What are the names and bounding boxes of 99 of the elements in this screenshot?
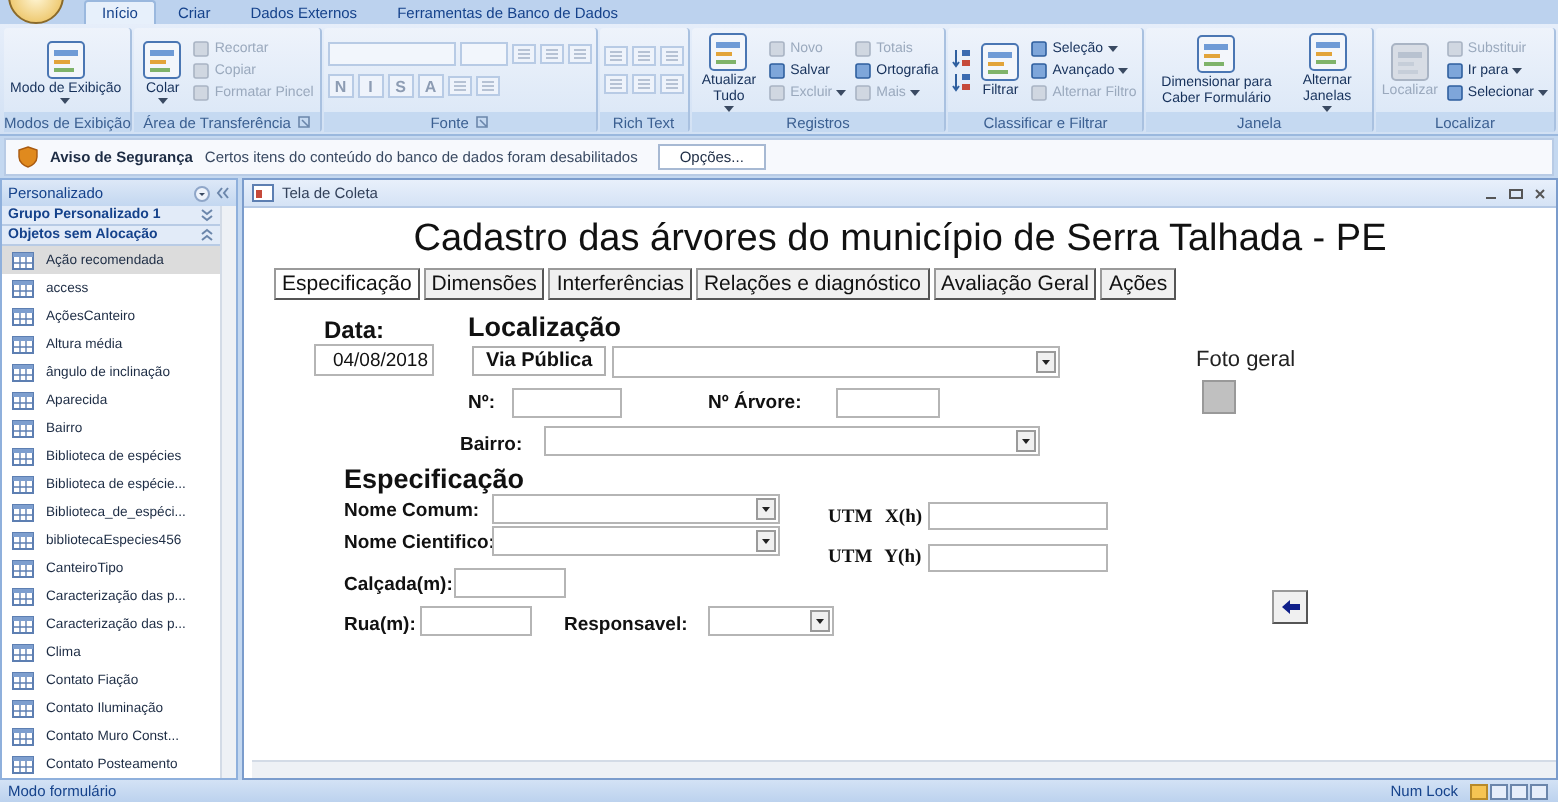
- combo-box[interactable]: [708, 606, 834, 636]
- format-tool-icon: [603, 74, 628, 94]
- view-buttons-icon[interactable]: [1470, 783, 1550, 799]
- location-type-label: Via Pública: [472, 346, 607, 376]
- font-name-field[interactable]: [327, 42, 456, 66]
- collapse-pane-icon[interactable]: [216, 186, 230, 200]
- table-icon: [12, 307, 34, 326]
- dialog-launcher-icon[interactable]: [298, 116, 311, 128]
- text-field[interactable]: 04/08/2018: [314, 344, 434, 376]
- photo-button[interactable]: [1202, 380, 1236, 414]
- table-icon: [12, 251, 34, 270]
- combo-box[interactable]: [492, 526, 780, 556]
- table-icon: [12, 587, 34, 606]
- field-label: Data:: [324, 316, 385, 344]
- scrollbar[interactable]: [220, 206, 236, 778]
- form-icon: [1305, 29, 1350, 73]
- shield-icon: [18, 146, 38, 168]
- field-label: Nome Cientifico:: [344, 532, 495, 554]
- form-icon: [1387, 40, 1432, 84]
- text-field[interactable]: [454, 568, 566, 598]
- format-tool-icon: [603, 46, 628, 66]
- table-icon: [12, 391, 34, 410]
- back-button[interactable]: [1272, 590, 1308, 624]
- format-tool-icon: [659, 74, 684, 94]
- table-icon: [12, 671, 34, 690]
- table-icon: [12, 503, 34, 522]
- table-icon: [12, 279, 34, 298]
- field-label: UTM Y(h): [828, 548, 922, 568]
- table-icon: [12, 727, 34, 746]
- caret-icon: [1538, 89, 1548, 95]
- table-icon: [12, 363, 34, 382]
- caret-icon: [909, 89, 920, 95]
- text-field[interactable]: [928, 544, 1108, 572]
- format-tool-icon: [475, 76, 500, 96]
- scrollbar[interactable]: [252, 760, 1556, 778]
- font-size-field[interactable]: [459, 42, 508, 66]
- table-icon: [12, 447, 34, 466]
- table-icon: [12, 643, 34, 662]
- form-tab[interactable]: Especificação: [274, 268, 420, 300]
- table-icon: [12, 531, 34, 550]
- dropdown-icon[interactable]: [194, 185, 210, 201]
- section-heading: Localização: [468, 312, 622, 342]
- field-label: Bairro:: [460, 434, 523, 456]
- collapse-icon[interactable]: [200, 228, 214, 243]
- combo-box[interactable]: [612, 346, 1060, 378]
- field-label: UTM X(h): [828, 508, 923, 528]
- left-arrow-icon: [1281, 600, 1299, 614]
- form-icon: [252, 184, 274, 202]
- form-tab[interactable]: Interferências: [548, 268, 692, 300]
- format-tool-icon: [447, 76, 472, 96]
- dialog-launcher-icon[interactable]: [476, 116, 489, 128]
- caret-icon: [60, 97, 71, 103]
- field-label: Nome Comum:: [344, 500, 480, 522]
- field-label: Responsavel:: [564, 614, 688, 636]
- table-icon: [12, 475, 34, 494]
- expand-icon[interactable]: [200, 208, 214, 223]
- field-label: Rua(m):: [344, 614, 416, 636]
- format-tool-icon: [567, 44, 592, 64]
- field-label: Nº:: [468, 392, 495, 414]
- table-icon: [12, 419, 34, 438]
- close-icon[interactable]: [1532, 185, 1548, 201]
- form-heading: Cadastro das árvores do município de Serra Talhada - PE: [411, 218, 1389, 262]
- caret-icon: [1107, 45, 1118, 51]
- table-icon: [12, 559, 34, 578]
- photo-label: Foto geral: [1196, 348, 1296, 372]
- field-label: Nº Árvore:: [708, 392, 802, 414]
- form-icon: [43, 37, 88, 81]
- form-icon: [706, 29, 751, 73]
- combo-box[interactable]: [544, 426, 1040, 456]
- format-tool-icon: [539, 44, 564, 64]
- table-icon: [12, 755, 34, 774]
- maximize-icon[interactable]: [1508, 185, 1524, 201]
- section-heading: Especificação: [344, 464, 525, 494]
- caret-icon: [1512, 67, 1523, 73]
- form-tab[interactable]: Avaliação Geral: [933, 268, 1097, 300]
- field-label: Calçada(m):: [344, 574, 453, 596]
- table-icon: [12, 615, 34, 634]
- caret-icon: [1118, 67, 1129, 73]
- table-icon: [12, 335, 34, 354]
- text-field[interactable]: [420, 606, 532, 636]
- format-tool-icon: [511, 44, 536, 64]
- form-icon: [978, 40, 1023, 84]
- table-icon: [12, 699, 34, 718]
- format-tool-icon: [659, 46, 684, 66]
- form-tab[interactable]: Ações: [1100, 268, 1176, 300]
- caret-icon: [836, 89, 847, 95]
- text-field[interactable]: [928, 502, 1108, 530]
- form-icon: [1194, 32, 1239, 76]
- text-field[interactable]: [836, 388, 940, 418]
- caret-icon: [157, 97, 168, 103]
- sort-icon[interactable]: [952, 72, 973, 92]
- form-tab[interactable]: Dimensões: [423, 268, 545, 300]
- text-field[interactable]: [512, 388, 622, 418]
- format-tool-icon: [631, 74, 656, 94]
- format-tool-icon: [631, 46, 656, 66]
- form-tab[interactable]: Relações e diagnóstico: [695, 268, 930, 300]
- form-icon: [140, 37, 185, 81]
- combo-box[interactable]: [492, 494, 780, 524]
- sort-icon[interactable]: [952, 48, 973, 68]
